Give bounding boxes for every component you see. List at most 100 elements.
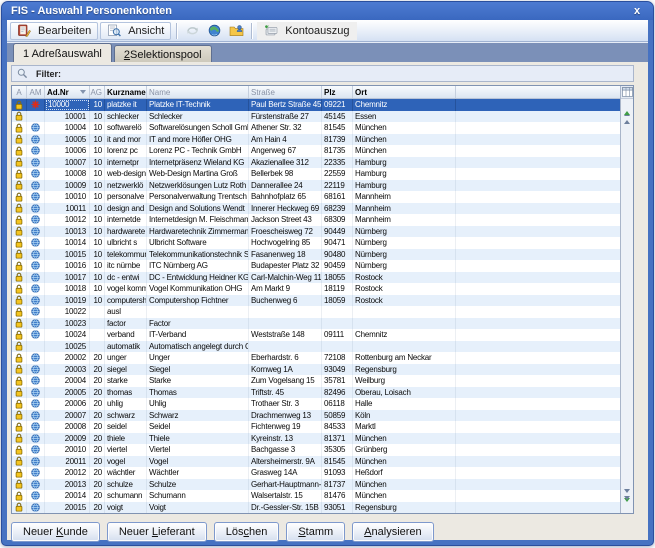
table-row[interactable]: 1001210internetdeInternetdesign M. Fleis… [12, 214, 620, 226]
table-row[interactable]: 1000910netzwerklöNetzwerklösungen Lutz R… [12, 180, 620, 192]
header-name[interactable]: Name [147, 86, 249, 98]
analysieren-button[interactable]: Analysieren [352, 522, 433, 542]
header-locked[interactable]: A [12, 86, 27, 98]
globe-icon [31, 238, 40, 247]
table-row[interactable]: 2001320schulzeSchulzeGerhart-Hauptmann-R… [12, 479, 620, 491]
cell-plz: 81476 [322, 490, 353, 502]
scroll-to-top-button[interactable] [621, 99, 633, 108]
table-row[interactable]: 1001810vogel kommVogel Kommunikation OHG… [12, 283, 620, 295]
header-strasse[interactable]: Straße [249, 86, 322, 98]
cell-ort: München [353, 134, 456, 146]
table-row[interactable]: 1000110schleckerSchleckerFürstenstraße 2… [12, 111, 620, 123]
close-button[interactable]: x [629, 4, 645, 18]
header-adnr[interactable]: Ad.Nr [45, 86, 90, 98]
globe-icon [31, 123, 40, 132]
header-plz[interactable]: Plz [322, 86, 353, 98]
table-row[interactable]: 2001220wächtlerWächtlerGrasweg 14A91093H… [12, 467, 620, 479]
ansicht-button[interactable]: Ansicht [100, 22, 171, 40]
history-icon[interactable] [182, 22, 202, 40]
stamm-button[interactable]: Stamm [286, 522, 345, 542]
lock-icon [15, 157, 23, 167]
table-row[interactable]: 10022ausl [12, 306, 620, 318]
cell-ort: Rostock [353, 295, 456, 307]
blocked-icon [31, 100, 40, 109]
table-row[interactable]: 2000220ungerUngerEberhardstr. 672108Rott… [12, 352, 620, 364]
table-row[interactable]: 2001420schumannSchumannWalsertalstr. 158… [12, 490, 620, 502]
table-row[interactable]: 2000720schwarzSchwarzDrachmenweg 1350859… [12, 410, 620, 422]
cell-ort: Rostock [353, 272, 456, 284]
table-row[interactable]: 2001020viertelViertelBachgasse 335305Grü… [12, 444, 620, 456]
cell-name: Thomas [147, 387, 249, 399]
scroll-up-group-button[interactable] [621, 108, 633, 117]
table-row[interactable]: 2001120vogelVogelAltersheimerstr. 9A8154… [12, 456, 620, 468]
table-row[interactable]: 2001520voigtVoigtDr.-Gessler-Str. 15B930… [12, 502, 620, 514]
cell-ag: 10 [90, 272, 105, 284]
cell-ort: Weilburg [353, 375, 456, 387]
neuer-kunde-button[interactable]: Neuer Kunde [11, 522, 100, 542]
table-row[interactable]: 1000610lorenz pcLorenz PC - Technik GmbH… [12, 145, 620, 157]
cell-strasse: Am Markt 9 [249, 283, 322, 295]
cell-ort: Regensburg [353, 502, 456, 514]
scroll-to-bottom-button[interactable] [621, 504, 633, 513]
table-row[interactable]: 2000820seidelSeidelFichtenweg 1984533Mar… [12, 421, 620, 433]
filter-magnifier-icon[interactable] [17, 68, 28, 79]
cell-strasse: Paul Bertz Straße 45 [249, 99, 322, 111]
table-row[interactable]: 1000010platzke itPlatzke IT-TechnikPaul … [12, 99, 620, 111]
scroll-down-button[interactable] [621, 486, 633, 495]
cell-kurzname: verband [105, 329, 147, 341]
cell-ort: München [353, 433, 456, 445]
cell-locked [12, 272, 27, 284]
table-row[interactable]: 10025automatikAutomatisch angelegt durch… [12, 341, 620, 353]
cell-kurzname: thiele [105, 433, 147, 445]
lock-icon [15, 284, 23, 294]
lock-icon [15, 456, 23, 466]
table-row[interactable]: 1001010personalvePersonalverwaltung Tren… [12, 191, 620, 203]
scroll-up-button[interactable] [621, 117, 633, 126]
table-row[interactable]: 2000320siegelSiegelKornweg 1A93049Regens… [12, 364, 620, 376]
neuer-lieferant-button[interactable]: Neuer Lieferant [107, 522, 207, 542]
tab-selektionspool[interactable]: 2 Selektionspool [114, 45, 212, 62]
header-am[interactable]: AM [27, 86, 45, 98]
table-row[interactable]: 1000510it and morIT and more Höfler OHGA… [12, 134, 620, 146]
table-row[interactable]: 10023factorFactor [12, 318, 620, 330]
header-ag[interactable]: AG [90, 86, 105, 98]
window-frame: Bearbeiten Ansicht [2, 20, 653, 545]
lock-icon [15, 146, 23, 156]
cell-kurzname: vogel komm [105, 283, 147, 295]
cell-ort: Nürnberg [353, 249, 456, 261]
lock-icon [15, 376, 23, 386]
table-row[interactable]: 2000420starkeStarkeZum Vogelsang 1535781… [12, 375, 620, 387]
table-row[interactable]: 1001710dc - entwiDC - Entwicklung Heidne… [12, 272, 620, 284]
header-kurzname[interactable]: Kurzname [105, 86, 147, 98]
globe-toolbar-icon[interactable] [204, 22, 224, 40]
cell-locked [12, 249, 27, 261]
tab-adressauswahl[interactable]: 1 Adreßauswahl [13, 43, 112, 62]
table-row[interactable]: 1001410ulbricht sUlbricht SoftwareHochvo… [12, 237, 620, 249]
lock-icon [15, 111, 23, 121]
table-row[interactable]: 2000920thieleThieleKyreinstr. 1381371Mün… [12, 433, 620, 445]
loeschen-button[interactable]: Löschen [214, 522, 280, 542]
customer-folder-icon[interactable] [226, 22, 246, 40]
table-row[interactable]: 1001310hardwareteHardwaretechnik Zimmerm… [12, 226, 620, 238]
kontoauszug-button[interactable]: Kontoauszug [257, 22, 356, 40]
table-row[interactable]: 1001510telekommunTelekommunikationstechn… [12, 249, 620, 261]
cell-ort: Rottenburg am Neckar [353, 352, 456, 364]
table-row[interactable]: 1000410softwarelöSoftwarelösungen Scholl… [12, 122, 620, 134]
view-icon [104, 22, 124, 40]
cell-am [27, 352, 45, 364]
table-row[interactable]: 1001610itc nürnbeITC Nürnberg AGBudapest… [12, 260, 620, 272]
header-ort[interactable]: Ort [353, 86, 456, 98]
table-row[interactable]: 1001110design andDesign and Solutions We… [12, 203, 620, 215]
cell-ort: Nürnberg [353, 237, 456, 249]
lock-icon [15, 203, 23, 213]
table-row[interactable]: 1001910computershComputershop FichtnerBu… [12, 295, 620, 307]
table-row[interactable]: 2000620uhligUhligTrothaer Str. 306118Hal… [12, 398, 620, 410]
cell-locked [12, 364, 27, 376]
table-row[interactable]: 10024verbandIT-VerbandWeststraße 1480911… [12, 329, 620, 341]
lock-icon [15, 307, 23, 317]
cell-am [27, 168, 45, 180]
table-row[interactable]: 1000710internetprInternetpräsenz Wieland… [12, 157, 620, 169]
bearbeiten-button[interactable]: Bearbeiten [10, 22, 98, 40]
table-row[interactable]: 1000810web-designWeb-Design Martina Groß… [12, 168, 620, 180]
table-row[interactable]: 2000520thomasThomasTriftstr. 4582496Ober… [12, 387, 620, 399]
